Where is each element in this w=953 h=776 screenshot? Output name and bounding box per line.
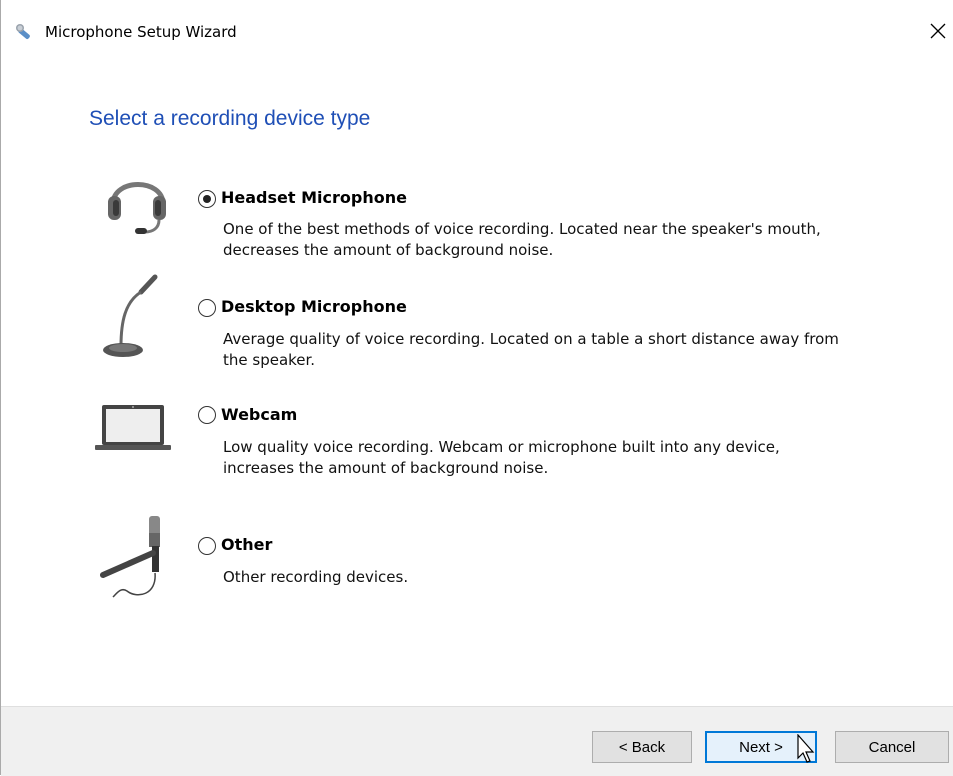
wizard-window: Microphone Setup Wizard Select a recordi…	[0, 0, 953, 776]
option-label: Headset Microphone	[221, 188, 407, 207]
headset-icon	[108, 182, 166, 234]
option-description: Low quality voice recording. Webcam or m…	[223, 438, 780, 456]
back-button[interactable]: < Back	[592, 731, 692, 763]
option-description: increases the amount of background noise…	[223, 459, 549, 477]
option-description: Average quality of voice recording. Loca…	[223, 330, 839, 348]
window-title: Microphone Setup Wizard	[45, 23, 237, 41]
radio-webcam[interactable]	[198, 406, 216, 424]
option-label: Webcam	[221, 405, 298, 424]
option-description: One of the best methods of voice recordi…	[223, 220, 821, 238]
close-icon	[930, 23, 945, 39]
radio-other[interactable]	[198, 537, 216, 555]
studio-microphone-icon	[100, 516, 160, 598]
option-description: Other recording devices.	[223, 568, 409, 586]
radio-desktop-microphone[interactable]	[198, 299, 216, 317]
cancel-button[interactable]: Cancel	[835, 731, 949, 763]
radio-headset-microphone[interactable]	[198, 190, 216, 208]
option-label: Desktop Microphone	[221, 297, 407, 316]
page-heading: Select a recording device type	[89, 107, 371, 130]
mouse-cursor-icon	[797, 734, 815, 763]
laptop-webcam-icon	[95, 405, 171, 450]
option-label: Other	[221, 535, 273, 554]
title-bar[interactable]: Microphone Setup Wizard	[1, 0, 953, 62]
option-description: the speaker.	[223, 351, 316, 369]
option-description: decreases the amount of background noise…	[223, 241, 554, 259]
microphone-app-icon	[16, 24, 30, 39]
close-button[interactable]	[921, 16, 953, 46]
desktop-microphone-icon	[103, 274, 158, 357]
